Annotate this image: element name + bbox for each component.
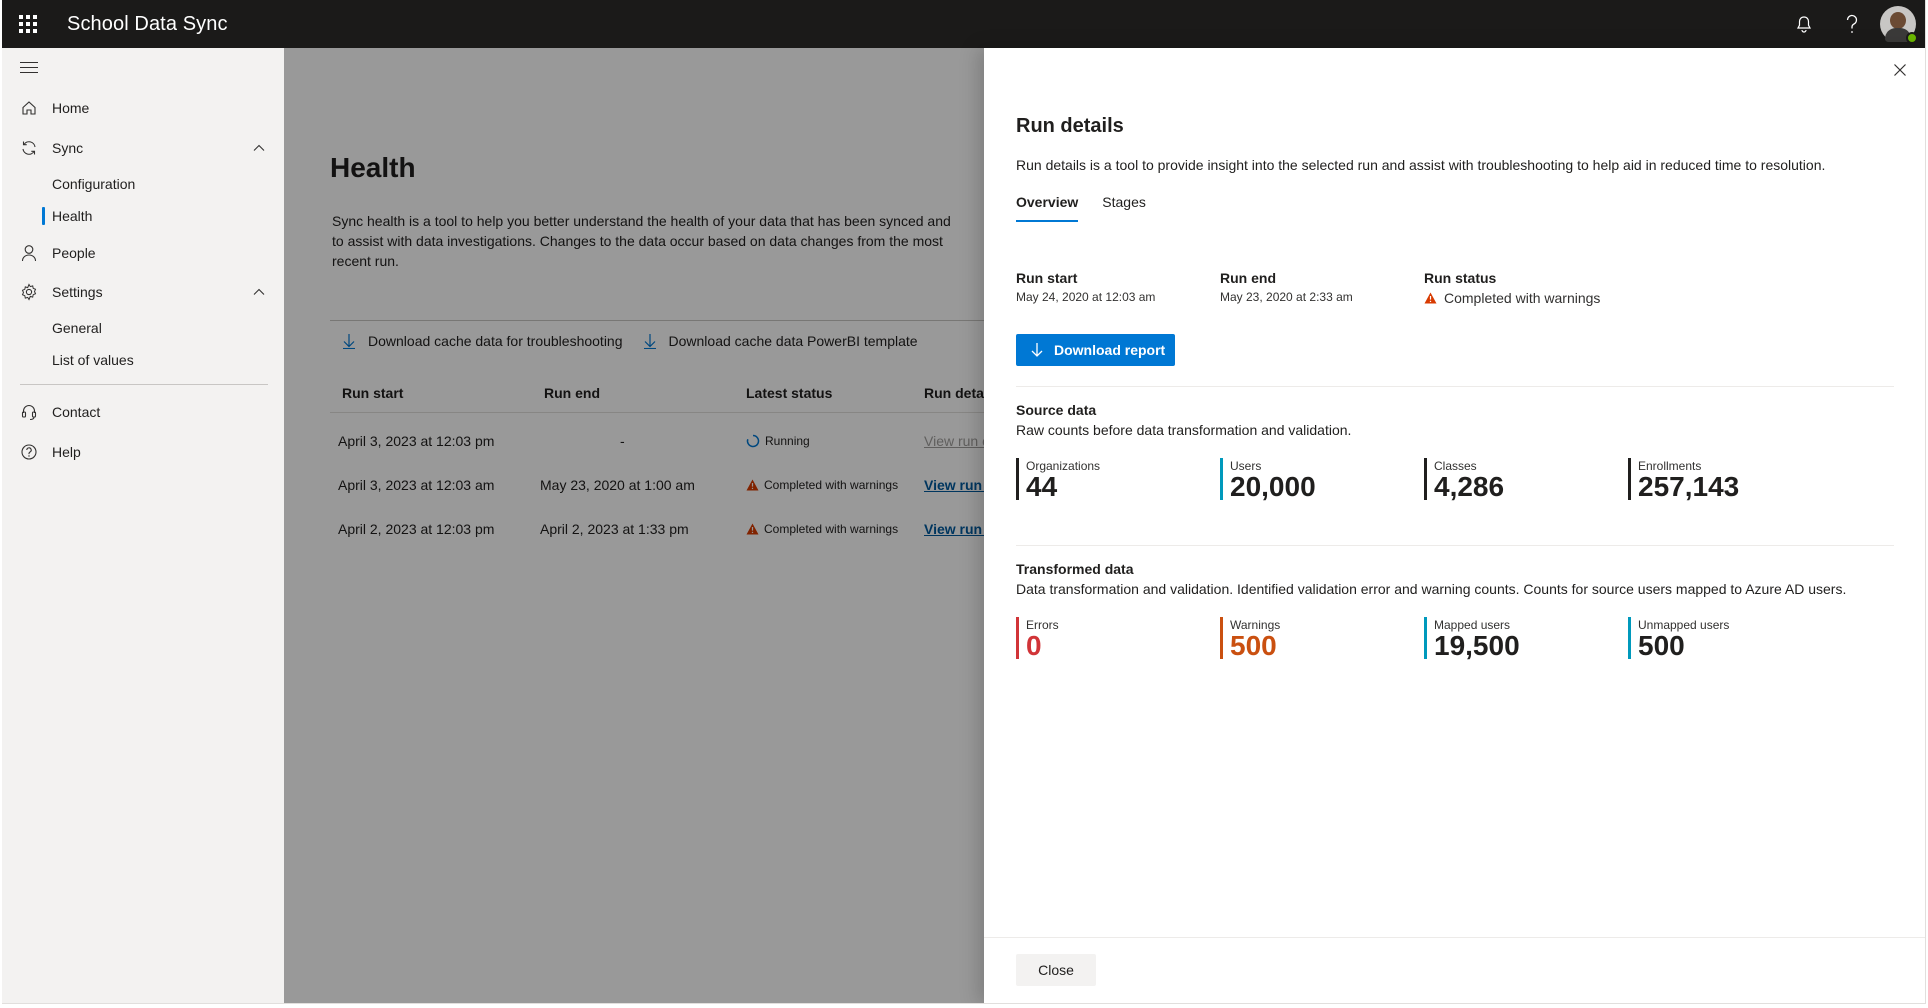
metric-label: Errors — [1026, 618, 1059, 632]
question-mark-icon — [1846, 14, 1858, 33]
metric-organizations: Organizations 44 — [1016, 458, 1216, 502]
close-button[interactable]: Close — [1016, 954, 1096, 986]
source-data-description: Raw counts before data transformation an… — [1016, 422, 1352, 438]
metric-accent-bar — [1220, 458, 1223, 500]
metric-accent-bar — [1424, 617, 1427, 659]
metric-value: 500 — [1638, 630, 1685, 661]
nav-item-help[interactable]: Help — [2, 434, 284, 470]
person-icon — [20, 244, 38, 262]
run-start-info: Run start May 24, 2020 at 12:03 am — [1016, 270, 1155, 304]
nav-item-sync[interactable]: Sync — [2, 130, 284, 166]
nav-divider — [20, 384, 268, 385]
home-icon — [20, 99, 38, 117]
nav-sub-configuration[interactable]: Configuration — [52, 169, 135, 199]
help-circle-icon — [20, 443, 38, 461]
nav-sub-health[interactable]: Health — [41, 201, 92, 231]
metric-warnings: Warnings 500 — [1220, 617, 1420, 661]
metric-enrollments: Enrollments 257,143 — [1628, 458, 1828, 502]
nav-sub-general[interactable]: General — [52, 313, 102, 343]
nav-item-label: Settings — [52, 284, 103, 300]
panel-description: Run details is a tool to provide insight… — [1016, 157, 1826, 173]
left-navigation: Home Sync Configuration Health People Se… — [2, 48, 284, 1003]
nav-item-home[interactable]: Home — [2, 90, 284, 126]
nav-item-label: Home — [52, 100, 90, 116]
run-end-value: May 23, 2020 at 2:33 am — [1220, 290, 1353, 304]
app-launcher-button[interactable] — [2, 0, 54, 48]
run-start-label: Run start — [1016, 270, 1078, 286]
warning-icon — [1424, 292, 1437, 304]
run-end-info: Run end May 23, 2020 at 2:33 am — [1220, 270, 1353, 304]
run-status-text: Completed with warnings — [1444, 290, 1601, 306]
metric-accent-bar — [1424, 458, 1427, 500]
app-title: School Data Sync — [67, 12, 228, 35]
bell-icon — [1796, 16, 1812, 33]
metric-value: 257,143 — [1638, 471, 1740, 502]
metric-errors: Errors 0 — [1016, 617, 1216, 661]
source-data-title: Source data — [1016, 402, 1097, 418]
download-report-label: Download report — [1054, 342, 1166, 358]
close-icon — [1894, 64, 1906, 76]
section-divider — [1016, 386, 1894, 387]
notifications-button[interactable] — [1780, 0, 1828, 48]
metric-value: 4,286 — [1434, 471, 1505, 502]
nav-item-label: Help — [52, 444, 81, 460]
top-app-bar: School Data Sync — [2, 0, 1925, 48]
panel-tabs: Overview Stages — [1016, 194, 1170, 226]
run-status-label: Run status — [1424, 270, 1497, 286]
nav-item-label: Sync — [52, 140, 84, 156]
metric-users: Users 20,000 — [1220, 458, 1420, 502]
panel-footer-divider — [984, 937, 1925, 938]
metric-accent-bar — [1628, 617, 1631, 659]
metric-value: 44 — [1026, 471, 1058, 502]
gear-icon — [20, 283, 38, 301]
metric-accent-bar — [1628, 458, 1631, 500]
run-status-info: Run status Completed with warnings — [1424, 270, 1600, 306]
nav-item-settings[interactable]: Settings — [2, 274, 284, 310]
hamburger-menu-icon[interactable] — [20, 62, 38, 76]
sync-icon — [20, 139, 38, 157]
app-frame: School Data Sync Home Sync Configuration… — [2, 0, 1926, 1004]
chevron-up-icon[interactable] — [252, 285, 266, 299]
tab-overview[interactable]: Overview — [1016, 194, 1079, 226]
metric-value: 20,000 — [1230, 471, 1316, 502]
metric-value: 19,500 — [1434, 630, 1520, 661]
metric-unmapped-users: Unmapped users 500 — [1628, 617, 1828, 661]
transformed-data-description: Data transformation and validation. Iden… — [1016, 581, 1847, 597]
help-button[interactable] — [1828, 0, 1876, 48]
nav-item-label: Contact — [52, 404, 101, 420]
chevron-up-icon[interactable] — [252, 141, 266, 155]
metric-accent-bar — [1220, 617, 1223, 659]
panel-title: Run details — [1016, 115, 1124, 137]
run-end-label: Run end — [1220, 270, 1276, 286]
nav-item-people[interactable]: People — [2, 235, 284, 271]
tab-stages[interactable]: Stages — [1102, 194, 1146, 226]
run-status-value: Completed with warnings — [1424, 290, 1600, 306]
metric-value: 0 — [1026, 630, 1042, 661]
download-report-button[interactable]: Download report — [1016, 334, 1175, 366]
metric-accent-bar — [1016, 617, 1019, 659]
nav-sub-list-of-values[interactable]: List of values — [52, 345, 134, 375]
run-start-value: May 24, 2020 at 12:03 am — [1016, 290, 1156, 304]
metric-accent-bar — [1016, 458, 1019, 500]
run-details-panel: Run details Run details is a tool to pro… — [984, 48, 1925, 1003]
panel-close-button[interactable] — [1888, 58, 1912, 82]
presence-badge — [1906, 32, 1918, 44]
metric-classes: Classes 4,286 — [1424, 458, 1624, 502]
download-arrow-icon — [1030, 342, 1044, 358]
user-avatar[interactable] — [1880, 6, 1918, 44]
metric-mapped-users: Mapped users 19,500 — [1424, 617, 1624, 661]
transformed-data-title: Transformed data — [1016, 561, 1134, 577]
nav-item-contact[interactable]: Contact — [2, 394, 284, 430]
metric-value: 500 — [1230, 630, 1277, 661]
section-divider — [1016, 545, 1894, 546]
nav-item-label: People — [52, 245, 96, 261]
modal-overlay[interactable] — [284, 48, 984, 1003]
waffle-icon — [19, 15, 37, 33]
headset-icon — [20, 403, 38, 421]
